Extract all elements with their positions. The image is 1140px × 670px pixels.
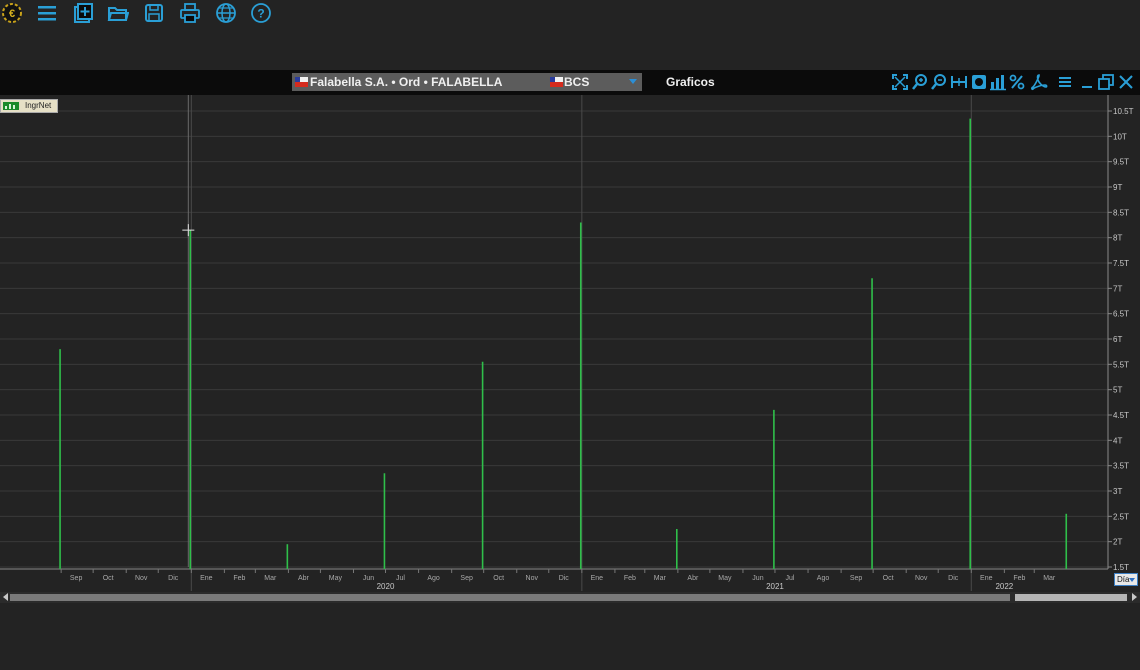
x-tick-label: Ene <box>200 575 213 582</box>
svg-text:€: € <box>9 8 15 20</box>
y-tick-label: 8.5T <box>1113 208 1129 217</box>
close-icon[interactable] <box>1117 73 1135 91</box>
app-logo-icon[interactable]: € <box>1 2 23 24</box>
scrollbar-track-fill <box>10 594 1010 601</box>
minimize-icon[interactable] <box>1078 73 1096 91</box>
y-tick-label: 4.5T <box>1113 411 1129 420</box>
exchange-label: BCS <box>564 75 590 89</box>
x-tick-label: Mar <box>264 575 277 582</box>
y-tick-label: 2.5T <box>1113 512 1129 521</box>
scroll-right-icon[interactable] <box>1132 593 1137 601</box>
y-tick-label: 3.5T <box>1113 462 1129 471</box>
price-chart[interactable]: 1.5T 2T 2.5T 3T 3.5T 4T 4.5T 5T 5.5T 6T 6.5T 7T 7.5T… <box>0 95 1140 592</box>
x-tick-label: Abr <box>298 575 310 582</box>
zoom-in-icon[interactable] <box>911 73 929 91</box>
restore-icon[interactable] <box>1097 73 1115 91</box>
exchange-flag-icon <box>550 77 563 87</box>
indicator-label: IngrNet <box>25 101 52 110</box>
x-tick-label: May <box>329 575 343 582</box>
zoom-out-icon[interactable] <box>930 73 948 91</box>
x-tick-label: Abr <box>687 575 699 582</box>
chile-flag-icon <box>295 77 308 87</box>
print-icon[interactable] <box>179 2 201 24</box>
scroll-left-icon[interactable] <box>3 593 8 601</box>
y-tick-label: 10T <box>1113 132 1127 141</box>
x-tick-label: Ago <box>427 575 440 582</box>
pdf-icon[interactable] <box>1030 73 1048 91</box>
x-tick-label: Jul <box>785 575 794 582</box>
y-tick-label: 5T <box>1113 386 1122 395</box>
x-tick-label: Oct <box>103 575 114 582</box>
x-tick-label: Nov <box>526 575 539 582</box>
x-tick-label: Ene <box>980 575 993 582</box>
y-tick-label: 2T <box>1113 538 1122 547</box>
x-tick-label: Ago <box>817 575 830 582</box>
year-label: 2020 <box>377 582 395 591</box>
color-icon[interactable] <box>970 73 988 91</box>
scrollbar-thumb[interactable] <box>1015 594 1127 601</box>
instrument-selector[interactable]: Falabella S.A. • Ord • FALABELLA BCS <box>292 73 642 91</box>
y-tick-label: 6T <box>1113 335 1122 344</box>
y-tick-label: 6.5T <box>1113 310 1129 319</box>
y-tick-label: 5.5T <box>1113 360 1129 369</box>
x-tick-label: Jun <box>752 575 763 582</box>
open-folder-icon[interactable] <box>107 2 129 24</box>
help-icon[interactable]: ? <box>250 2 272 24</box>
x-tick-label: Mar <box>654 575 667 582</box>
globe-icon[interactable] <box>215 2 237 24</box>
x-tick-label: Dic <box>948 575 959 582</box>
fit-icon[interactable] <box>891 73 909 91</box>
x-tick-label: Mar <box>1043 575 1056 582</box>
svg-text:?: ? <box>257 7 264 21</box>
x-tick-label: Sep <box>850 575 863 582</box>
x-tick-label: Dic <box>559 575 570 582</box>
y-tick-label: 7T <box>1113 284 1122 293</box>
indicator-tag[interactable]: IngrNet <box>0 99 58 113</box>
new-icon[interactable] <box>72 2 94 24</box>
indicator-bars-icon <box>3 102 19 110</box>
x-tick-label: Feb <box>1013 575 1025 582</box>
y-tick-label: 9.5T <box>1113 158 1129 167</box>
y-tick-label: 8T <box>1113 234 1122 243</box>
menu-icon[interactable] <box>36 2 58 24</box>
horizontal-scrollbar[interactable] <box>0 592 1140 603</box>
y-tick-label: 4T <box>1113 436 1122 445</box>
x-tick-label: Sep <box>460 575 473 582</box>
x-tick-label: May <box>718 575 732 582</box>
list-icon[interactable] <box>1056 73 1074 91</box>
y-tick-label: 3T <box>1113 487 1122 496</box>
x-tick-label: Oct <box>883 575 894 582</box>
chart-background <box>0 95 1140 592</box>
period-select[interactable]: Día <box>1114 573 1138 586</box>
x-tick-label: Jul <box>396 575 405 582</box>
x-tick-label: Feb <box>233 575 245 582</box>
y-tick-label: 1.5T <box>1113 563 1129 572</box>
year-label: 2021 <box>766 582 784 591</box>
percent-icon[interactable] <box>1008 73 1026 91</box>
y-tick-label: 7.5T <box>1113 259 1129 268</box>
chart-type-icon[interactable] <box>989 73 1007 91</box>
x-tick-label: Feb <box>624 575 636 582</box>
period-label: Día <box>1117 575 1130 584</box>
instrument-label: Falabella S.A. • Ord • FALABELLA <box>310 75 503 89</box>
y-tick-label: 9T <box>1113 183 1122 192</box>
chevron-down-icon <box>1129 578 1135 582</box>
year-label: 2022 <box>995 582 1013 591</box>
chevron-down-icon[interactable] <box>629 79 637 84</box>
x-tick-label: Nov <box>915 575 928 582</box>
x-tick-label: Nov <box>135 575 148 582</box>
window-title: Graficos <box>666 75 715 89</box>
x-tick-label: Jun <box>363 575 374 582</box>
x-tick-label: Dic <box>168 575 179 582</box>
y-tick-label: 10.5T <box>1113 107 1134 116</box>
x-tick-label: Oct <box>493 575 504 582</box>
x-tick-label: Ene <box>591 575 604 582</box>
range-icon[interactable] <box>950 73 968 91</box>
save-icon[interactable] <box>143 2 165 24</box>
x-tick-label: Sep <box>70 575 83 582</box>
